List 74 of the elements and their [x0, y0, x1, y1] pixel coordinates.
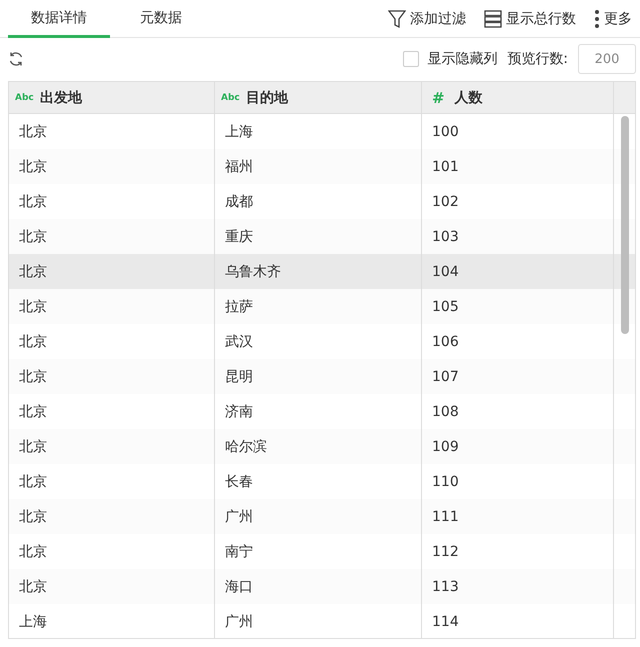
table-cell: 上海	[225, 122, 253, 140]
table-cell: 乌鲁木齐	[225, 262, 281, 280]
table-cell: 114	[432, 614, 459, 630]
table-cell: 104	[432, 264, 459, 280]
filter-icon	[388, 8, 406, 28]
table-cell: 北京	[19, 542, 47, 560]
column-header[interactable]: 人数	[454, 88, 483, 106]
table-cell: 北京	[19, 122, 47, 140]
refresh-icon[interactable]	[8, 51, 24, 67]
table-cell: 北京	[19, 438, 47, 456]
table-cell: 109	[432, 438, 459, 454]
table-cell: 广州	[225, 508, 253, 526]
table-row[interactable]: 北京 重庆 103	[9, 219, 635, 254]
table-row[interactable]: 北京 海口 113	[9, 569, 635, 604]
table-cell: 106	[432, 334, 459, 350]
tab[interactable]: 元数据	[110, 0, 212, 38]
table-cell: 拉萨	[225, 298, 253, 316]
table-cell: 成都	[225, 192, 253, 210]
table-cell: 113	[432, 578, 459, 594]
table-cell: 北京	[19, 402, 47, 420]
preview-label: 预览行数:	[507, 50, 568, 68]
table-cell: 105	[432, 298, 459, 314]
table-cell: 北京	[19, 578, 47, 596]
table-cell: 哈尔滨	[225, 438, 267, 456]
table-cell: 昆明	[225, 368, 253, 386]
table-cell: 南宁	[225, 542, 253, 560]
table-row[interactable]: 北京 福州 101	[9, 149, 635, 184]
table-row[interactable]: 北京 乌鲁木齐 104	[9, 254, 635, 289]
table-cell: 北京	[19, 158, 47, 176]
type-icon: Abc	[221, 92, 240, 102]
tab[interactable]: 数据详情	[8, 0, 110, 38]
table-row[interactable]: 上海 广州 114	[9, 604, 635, 638]
table-cell: 103	[432, 228, 459, 244]
column-header[interactable]: 目的地	[246, 88, 288, 106]
table-cell: 102	[432, 194, 459, 210]
table-cell: 济南	[225, 402, 253, 420]
table-cell: 广州	[225, 612, 253, 630]
table-cell: 海口	[225, 578, 253, 596]
table-row[interactable]: 北京 广州 111	[9, 499, 635, 534]
table-cell: 北京	[19, 192, 47, 210]
preview-rows-field[interactable]: 200	[578, 44, 636, 74]
table-cell: 107	[432, 368, 459, 384]
rows-icon	[484, 10, 502, 28]
table-cell: 北京	[19, 228, 47, 246]
table-cell: 上海	[19, 612, 47, 630]
checkbox[interactable]	[403, 51, 420, 67]
rows-button[interactable]: 显示总行数	[466, 0, 576, 37]
type-icon: Abc	[15, 92, 34, 102]
table-cell: 北京	[19, 472, 47, 490]
type-icon: #	[432, 88, 445, 106]
filter-button[interactable]: 添加过滤	[370, 0, 466, 37]
table-cell: 112	[432, 544, 459, 560]
table-cell: 108	[432, 404, 459, 420]
more-icon	[594, 8, 600, 28]
scrollbar[interactable]	[621, 116, 629, 334]
table-cell: 北京	[19, 262, 47, 280]
column-header[interactable]: 出发地	[40, 88, 82, 106]
table-row[interactable]: 北京 拉萨 105	[9, 289, 635, 324]
table-cell: 111	[432, 508, 459, 524]
table-cell: 福州	[225, 158, 253, 176]
table-cell: 北京	[19, 298, 47, 316]
table-cell: 北京	[19, 368, 47, 386]
table-cell: 101	[432, 158, 459, 174]
table-cell: 北京	[19, 508, 47, 526]
table-cell: 重庆	[225, 228, 253, 246]
table-cell: 北京	[19, 332, 47, 350]
table-cell: 110	[432, 474, 459, 490]
table-cell: 武汉	[225, 332, 253, 350]
table-cell: 长春	[225, 472, 253, 490]
table-cell: 100	[432, 124, 459, 140]
more-button[interactable]: 更多	[576, 0, 632, 37]
checkbox-label: 显示隐藏列	[427, 50, 498, 68]
table-row[interactable]: 北京 昆明 107	[9, 359, 635, 394]
table-row[interactable]: 北京 哈尔滨 109	[9, 429, 635, 464]
